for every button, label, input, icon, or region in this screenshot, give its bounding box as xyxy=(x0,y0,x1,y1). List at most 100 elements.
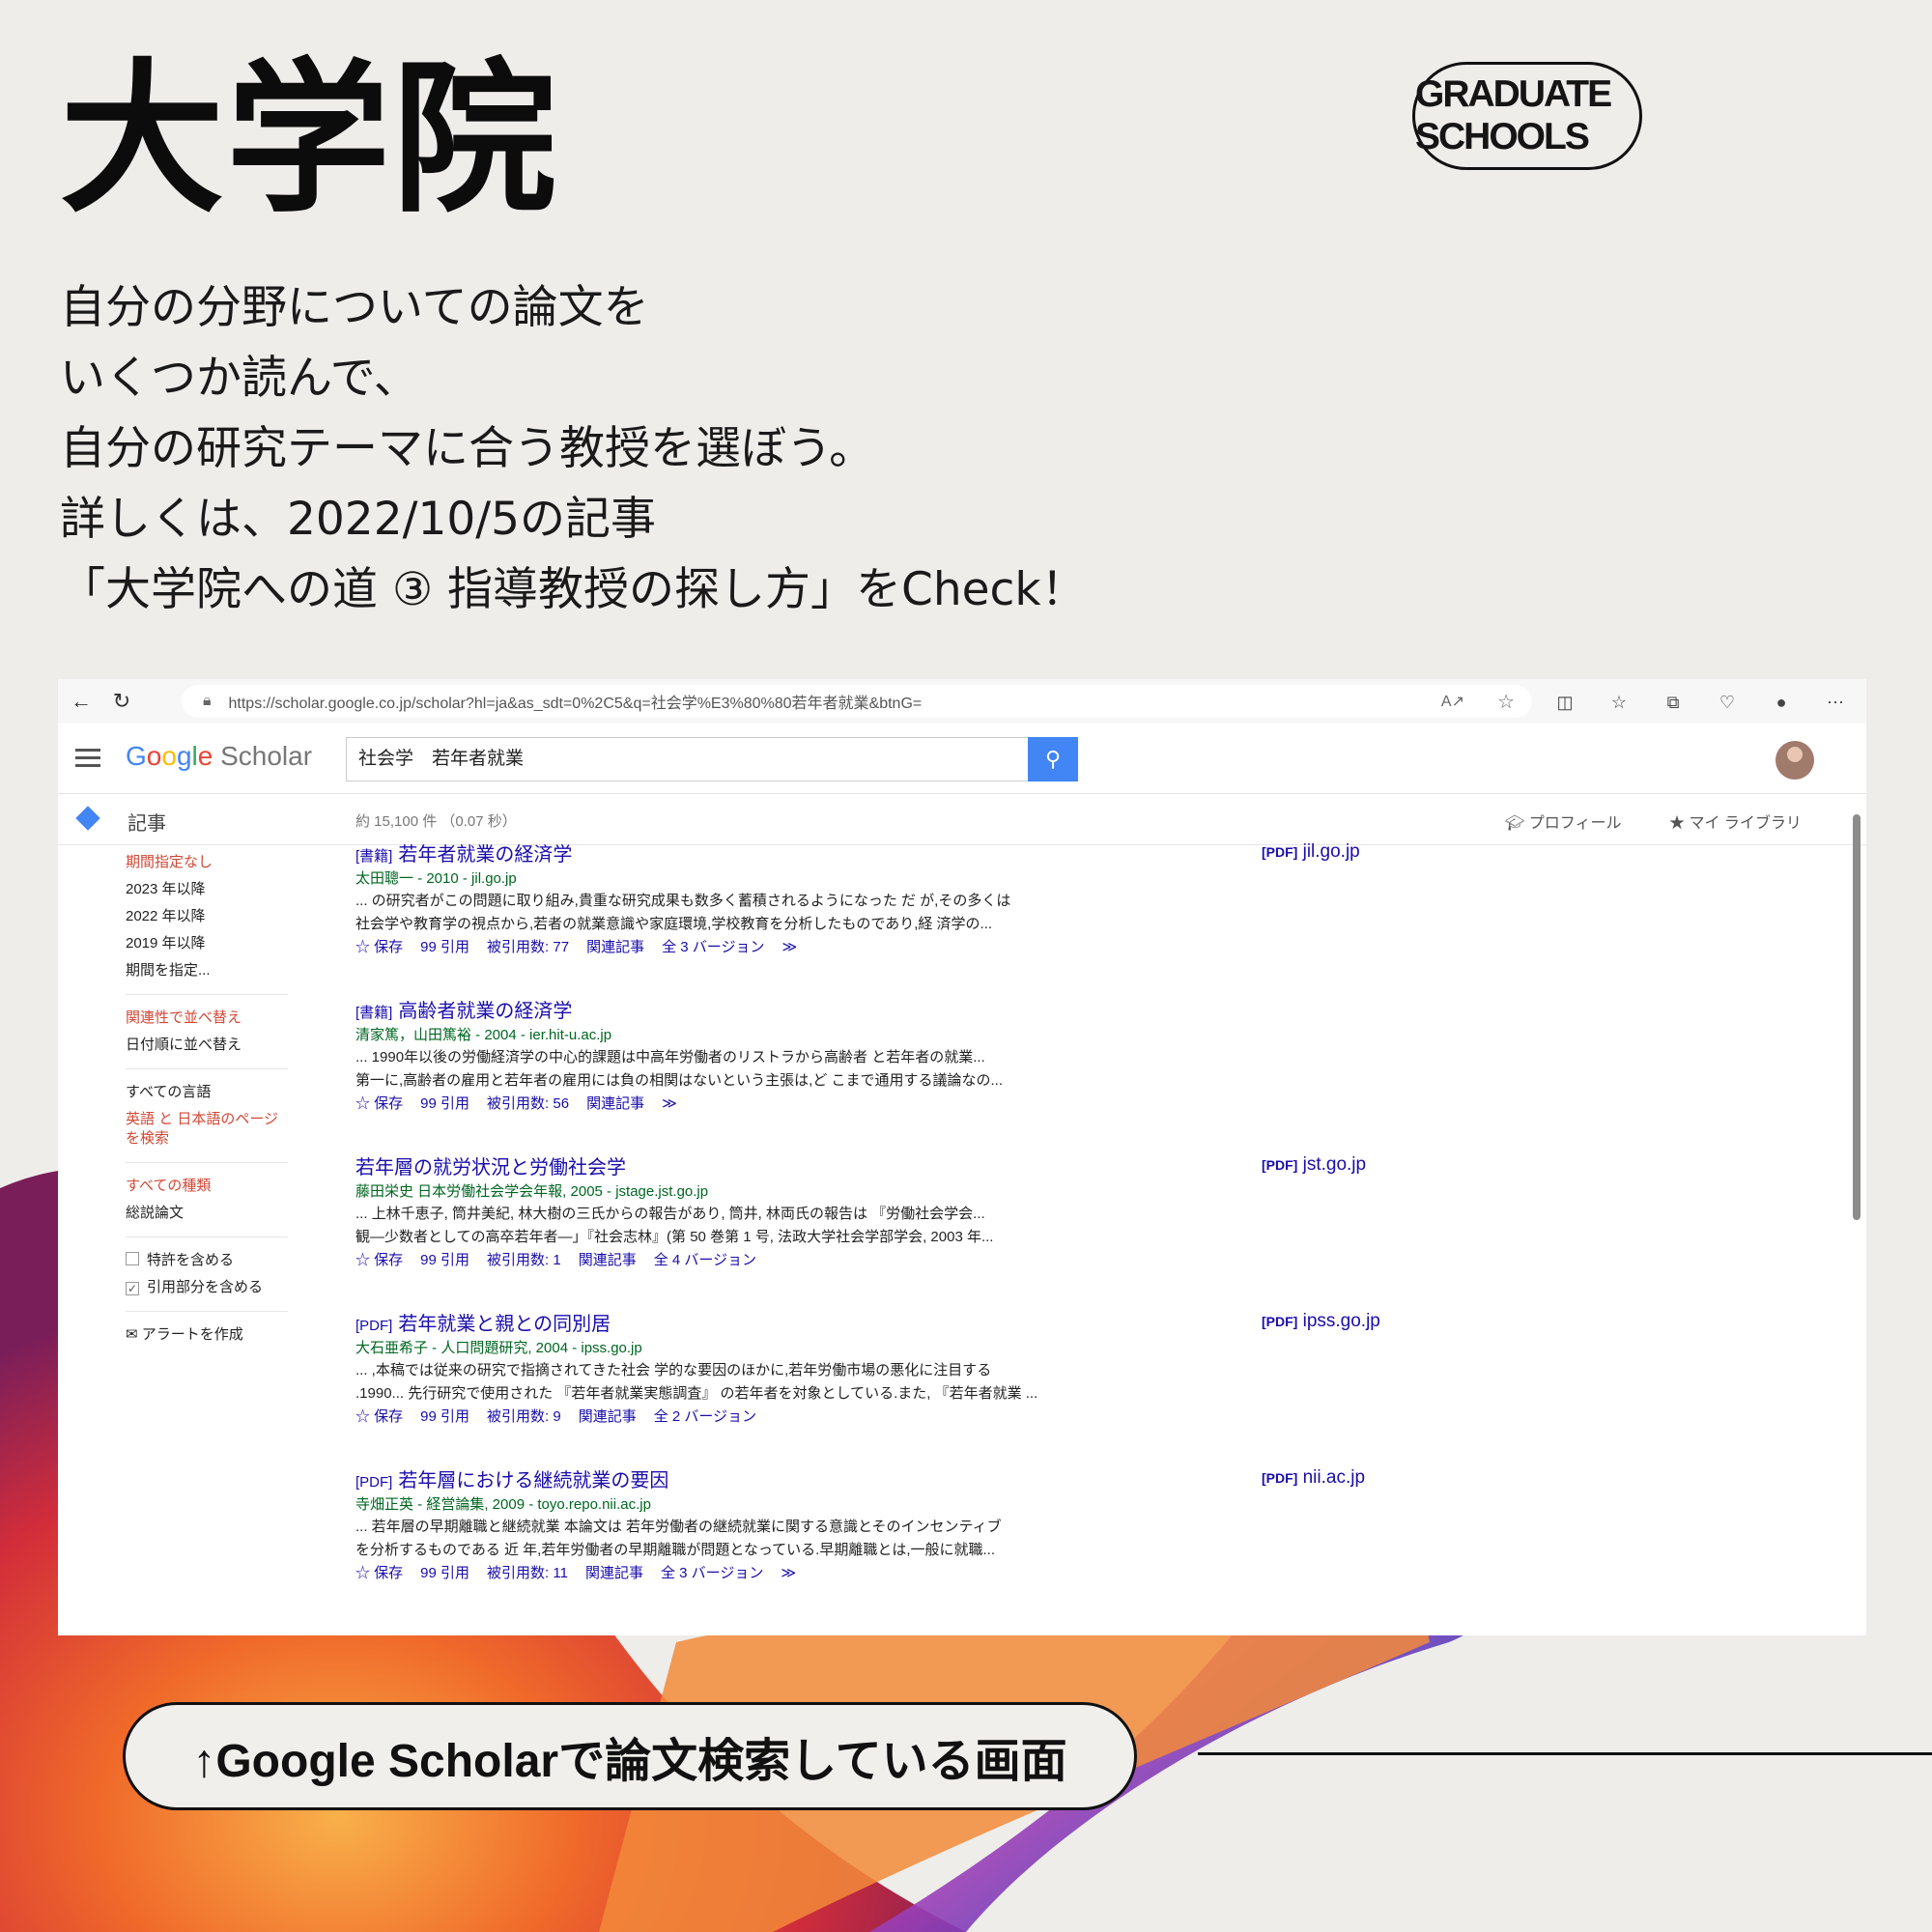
lang-en-ja[interactable]: 英語 と 日本語のページを検索 xyxy=(126,1106,290,1152)
favorite-star-icon[interactable]: ☆ xyxy=(1497,690,1515,714)
result-meta: 大石亜希子 - 人口問題研究, 2004 - ipss.go.jp xyxy=(355,1340,642,1356)
result-item: 若年層の就労状況と労働社会学 藤田栄史 日本労働社会学会年報, 2005 - j… xyxy=(355,1154,1804,1311)
collections-icon[interactable]: ⧉ xyxy=(1660,689,1687,716)
divider xyxy=(126,1162,288,1163)
result-count: 約 15,100 件 （0.07 秒） xyxy=(355,813,517,830)
include-patents-checkbox[interactable]: 特許を含める xyxy=(126,1247,290,1274)
filter-since-2019[interactable]: 2019 年以降 xyxy=(126,930,290,957)
cite-link[interactable]: 99 引用 xyxy=(420,1408,469,1425)
profile-icon[interactable]: ● xyxy=(1768,689,1795,716)
intro-line: 「大学院への道 ③ 指導教授の探し方」をCheck！ xyxy=(60,563,1087,616)
more-icon[interactable]: ≫ xyxy=(781,1565,796,1581)
result-title[interactable]: 若年層の就労状況と労働社会学 xyxy=(355,1154,1804,1181)
profile-link[interactable]: 🎓︎ プロフィール xyxy=(1505,810,1621,833)
result-snippet: .1990... 先行研究で使用された 『若年者就業実態調査』 の若年者を対象と… xyxy=(355,1385,1038,1402)
scrollbar[interactable] xyxy=(1853,814,1861,1220)
divider xyxy=(126,1236,288,1237)
versions-link[interactable]: 全 3 バージョン xyxy=(661,1565,763,1581)
back-icon[interactable]: ← xyxy=(64,684,99,719)
result-snippet: ... 上林千恵子, 筒井美紀, 林大樹の三氏からの報告があり, 筒井, 林両氏… xyxy=(355,1206,985,1222)
cited-by-link[interactable]: 被引用数: 77 xyxy=(487,939,569,955)
result-meta: 藤田栄史 日本労働社会学会年報, 2005 - jstage.jst.go.jp xyxy=(355,1183,709,1200)
search-input[interactable]: 社会学 若年者就業 xyxy=(346,737,1028,781)
result-title[interactable]: [書籍] 高齢者就業の経済学 xyxy=(355,998,1804,1025)
cited-by-link[interactable]: 被引用数: 56 xyxy=(487,1095,569,1112)
save-link[interactable]: ☆ 保存 xyxy=(355,1095,403,1112)
divider xyxy=(126,994,288,995)
related-link[interactable]: 関連記事 xyxy=(586,939,644,955)
type-all[interactable]: すべての種類 xyxy=(126,1173,290,1200)
scholar-logo[interactable]: Google Scholar xyxy=(126,741,312,772)
sort-date[interactable]: 日付順に並べ替え xyxy=(126,1032,290,1059)
result-title[interactable]: [PDF] 若年就業と親との同別居 xyxy=(355,1311,1804,1338)
cited-by-link[interactable]: 被引用数: 11 xyxy=(487,1565,568,1581)
create-alert-link[interactable]: ✉ アラートを作成 xyxy=(126,1321,290,1349)
intro-line: 自分の分野についての論文を xyxy=(60,281,649,334)
save-link[interactable]: ☆ 保存 xyxy=(355,1408,403,1425)
cite-link[interactable]: 99 引用 xyxy=(420,1095,469,1112)
result-item: [書籍] 高齢者就業の経済学 清家篤，山田篤裕 - 2004 - ier.hit-… xyxy=(355,998,1804,1154)
health-icon[interactable]: ♡ xyxy=(1714,689,1741,716)
split-screen-icon[interactable]: ◫ xyxy=(1551,689,1578,716)
cited-by-link[interactable]: 被引用数: 1 xyxy=(487,1252,561,1268)
page-title: 大学院 xyxy=(60,44,559,236)
cite-link[interactable]: 99 引用 xyxy=(420,939,469,955)
related-link[interactable]: 関連記事 xyxy=(585,1565,643,1581)
result-snippet: ... 1990年以後の労働経済学の中心的課題は中高年労働者のリストラから高齢者… xyxy=(355,1049,985,1065)
type-review[interactable]: 総説論文 xyxy=(126,1200,290,1227)
favorites-icon[interactable]: ☆ xyxy=(1605,689,1633,716)
versions-link[interactable]: 全 4 バージョン xyxy=(654,1252,756,1268)
more-icon[interactable]: ≫ xyxy=(781,939,797,955)
versions-link[interactable]: 全 3 バージョン xyxy=(662,939,764,955)
result-actions: ☆ 保存 99 引用 被引用数: 77 関連記事 全 3 バージョン ≫ xyxy=(355,936,1804,959)
results-list: [書籍] 若年者就業の経済学 太田聰一 - 2010 - jil.go.jp ..… xyxy=(355,841,1804,1624)
filter-since-2023[interactable]: 2023 年以降 xyxy=(126,876,290,903)
more-menu-icon[interactable]: ⋯ xyxy=(1822,689,1849,716)
sort-relevance[interactable]: 関連性で並べ替え xyxy=(126,1005,290,1032)
search-button[interactable]: ⚲ xyxy=(1028,737,1078,781)
filter-custom-range[interactable]: 期間を指定... xyxy=(126,957,290,984)
result-title[interactable]: [書籍] 若年者就業の経済学 xyxy=(355,841,1804,868)
cited-by-link[interactable]: 被引用数: 9 xyxy=(487,1408,561,1425)
include-citations-checkbox[interactable]: ✓ 引用部分を含める xyxy=(126,1274,290,1301)
scholar-header: Google Scholar 社会学 若年者就業 ⚲ xyxy=(58,724,1866,794)
divider xyxy=(126,1311,288,1312)
result-actions: ☆ 保存 99 引用 被引用数: 11 関連記事 全 3 バージョン ≫ xyxy=(355,1562,1804,1585)
pdf-link[interactable]: [PDF] jst.go.jp xyxy=(1262,1154,1366,1176)
result-item: [PDF] 若年層における継続就業の要因 寺畑正英 - 経営論集, 2009 - … xyxy=(355,1467,1804,1624)
pdf-link[interactable]: [PDF] ipss.go.jp xyxy=(1262,1311,1380,1332)
cite-link[interactable]: 99 引用 xyxy=(420,1252,469,1268)
versions-link[interactable]: 全 2 バージョン xyxy=(654,1408,756,1425)
pdf-link[interactable]: [PDF] nii.ac.jp xyxy=(1262,1467,1365,1489)
filter-any-time[interactable]: 期間指定なし xyxy=(126,849,290,876)
articles-icon xyxy=(75,806,100,831)
menu-icon[interactable] xyxy=(75,749,100,772)
results-subbar: 記事 約 15,100 件 （0.07 秒） 🎓︎ プロフィール ★ マイ ライ… xyxy=(58,794,1866,845)
library-link[interactable]: ★ マイ ライブラリ xyxy=(1669,810,1802,833)
related-link[interactable]: 関連記事 xyxy=(579,1408,637,1425)
url-text: https://scholar.google.co.jp/scholar?hl=… xyxy=(228,696,923,712)
cite-link[interactable]: 99 引用 xyxy=(420,1565,469,1581)
result-meta: 太田聰一 - 2010 - jil.go.jp xyxy=(355,870,517,887)
more-icon[interactable]: ≫ xyxy=(662,1095,677,1112)
read-aloud-icon[interactable]: A↗ xyxy=(1441,692,1464,711)
lang-all[interactable]: すべての言語 xyxy=(126,1079,290,1106)
address-bar[interactable]: 🔒︎ https://scholar.google.co.jp/scholar?… xyxy=(182,685,1532,718)
reload-icon[interactable]: ↻ xyxy=(104,684,139,719)
filter-since-2022[interactable]: 2022 年以降 xyxy=(126,903,290,930)
save-link[interactable]: ☆ 保存 xyxy=(355,1252,403,1268)
avatar[interactable] xyxy=(1776,741,1814,780)
related-link[interactable]: 関連記事 xyxy=(586,1095,644,1112)
articles-tab[interactable]: 記事 xyxy=(128,808,166,836)
result-meta: 寺畑正英 - 経営論集, 2009 - toyo.repo.nii.ac.jp xyxy=(355,1496,651,1513)
result-actions: ☆ 保存 99 引用 被引用数: 56 関連記事 ≫ xyxy=(355,1093,1804,1116)
intro-line: 自分の研究テーマに合う教授を選ぼう。 xyxy=(60,422,875,475)
result-title[interactable]: [PDF] 若年層における継続就業の要因 xyxy=(355,1467,1804,1494)
related-link[interactable]: 関連記事 xyxy=(579,1252,637,1268)
section-tag: GRADUATE SCHOOLS xyxy=(1412,62,1642,170)
save-link[interactable]: ☆ 保存 xyxy=(355,939,403,955)
save-link[interactable]: ☆ 保存 xyxy=(355,1565,403,1581)
lock-icon: 🔒︎ xyxy=(203,693,212,709)
pdf-link[interactable]: [PDF] jil.go.jp xyxy=(1262,841,1360,863)
result-snippet: 第一に,高齢者の雇用と若年者の雇用には負の相関はないという主張は,ど こまで通用… xyxy=(355,1072,1004,1089)
